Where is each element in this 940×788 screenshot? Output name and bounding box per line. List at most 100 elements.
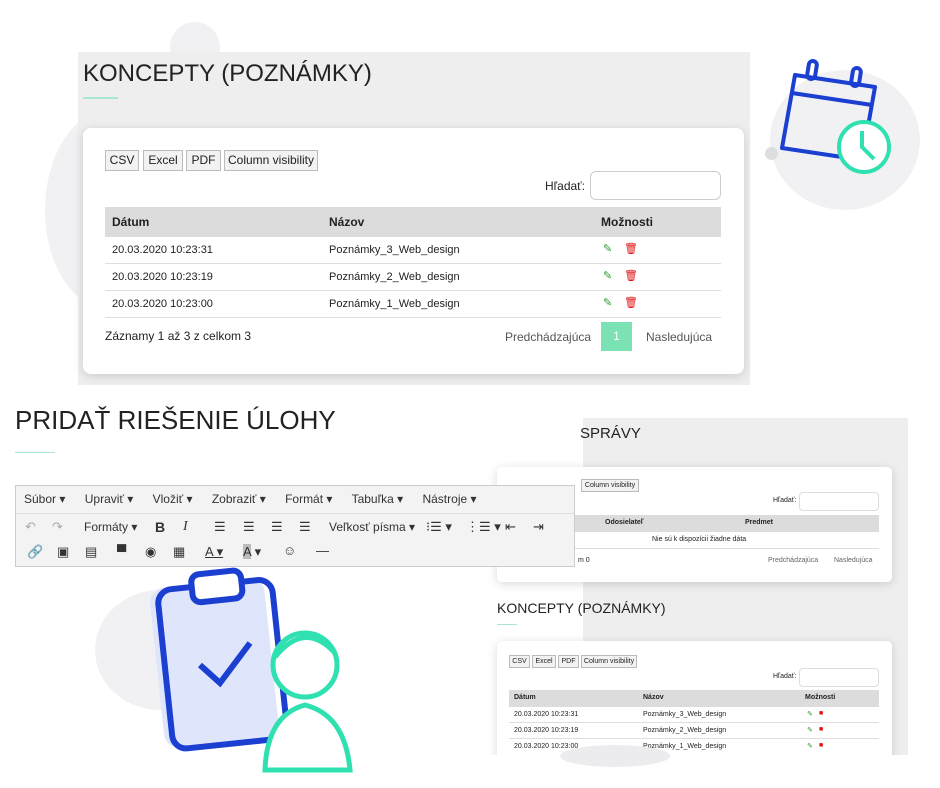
- image-icon[interactable]: ▣: [57, 544, 69, 560]
- bullet-list-icon[interactable]: ⁝☰ ▾: [426, 519, 452, 535]
- pdf-button[interactable]: PDF: [186, 150, 221, 171]
- cell-date: 20.03.2020 10:23:31: [514, 711, 579, 718]
- excel-button[interactable]: Excel: [143, 150, 183, 171]
- clipboard-person-illustration: [150, 567, 353, 773]
- menu-view[interactable]: Zobraziť ▾: [212, 492, 266, 506]
- trash-icon[interactable]: ■: [819, 742, 823, 749]
- redo-icon[interactable]: ↷: [52, 519, 63, 535]
- table-row: 20.03.2020 10:23:00 Poznámky_1_Web_desig…: [105, 290, 721, 318]
- menu-format[interactable]: Formát ▾: [285, 492, 332, 506]
- next-page-link[interactable]: Nasledujúca: [646, 330, 712, 344]
- col-date[interactable]: Dátum: [514, 694, 536, 701]
- emoticon-icon[interactable]: ☺: [283, 543, 296, 558]
- menu-insert[interactable]: Vložiť ▾: [153, 492, 193, 506]
- bold-icon[interactable]: B: [155, 519, 165, 535]
- csv-button[interactable]: CSV: [509, 655, 530, 668]
- file-browser-icon[interactable]: ▤: [85, 544, 97, 560]
- font-size-dropdown[interactable]: Veľkosť písma ▾: [329, 520, 415, 534]
- column-visibility-button[interactable]: Column visibility: [581, 655, 637, 668]
- link-icon[interactable]: 🔗: [27, 544, 43, 560]
- table-info: Záznamy 1 až 3 z celkom 3: [105, 329, 252, 343]
- calendar-clock-icon: [780, 59, 891, 174]
- search-input[interactable]: [799, 492, 879, 511]
- prev-page-link[interactable]: Predchádzajúca: [505, 330, 591, 344]
- menu-table[interactable]: Tabuľka ▾: [352, 492, 404, 506]
- text-color-icon[interactable]: A ▾: [205, 544, 223, 560]
- indent-icon[interactable]: ⇥: [533, 519, 544, 535]
- cell-name: Poznámky_1_Web_design: [329, 298, 460, 310]
- col-name[interactable]: Názov: [643, 694, 664, 701]
- pencil-icon[interactable]: ✎: [603, 296, 612, 309]
- pencil-icon[interactable]: ✎: [807, 726, 813, 734]
- pencil-icon[interactable]: ✎: [603, 269, 612, 282]
- page-1-button[interactable]: 1: [601, 322, 632, 351]
- search-input[interactable]: [590, 171, 721, 200]
- menu-file[interactable]: Súbor ▾: [24, 492, 65, 506]
- col-name[interactable]: Názov: [329, 215, 364, 229]
- empty-message: Nie sú k dispozícii žiadne dáta: [652, 536, 747, 543]
- search-label: Hľadať:: [773, 673, 797, 680]
- table-row: 20.03.2020 10:23:19 Poznámky_2_Web_desig…: [105, 263, 721, 290]
- cell-name: Poznámky_2_Web_design: [329, 271, 460, 283]
- prev-page-link[interactable]: Predchádzajúca: [768, 557, 818, 564]
- preview-icon[interactable]: ◉: [145, 544, 156, 560]
- cell-name: Poznámky_3_Web_design: [329, 244, 460, 256]
- search-input[interactable]: [799, 668, 879, 687]
- print-icon[interactable]: ▀: [117, 544, 126, 559]
- numbered-list-icon[interactable]: ⋮☰ ▾: [466, 519, 501, 535]
- undo-icon[interactable]: ↶: [25, 519, 36, 535]
- col-options: Možnosti: [601, 215, 653, 229]
- csv-button[interactable]: CSV: [105, 150, 139, 171]
- pencil-icon[interactable]: ✎: [603, 242, 612, 255]
- italic-icon[interactable]: I: [183, 519, 188, 535]
- horizontal-line-icon[interactable]: —: [316, 543, 329, 558]
- align-center-icon[interactable]: ☰: [243, 519, 255, 535]
- table-row: 20.03.2020 10:23:19 Poznámky_2_Web_desig…: [509, 723, 879, 739]
- cell-date: 20.03.2020 10:23:19: [514, 727, 579, 734]
- align-right-icon[interactable]: ☰: [271, 519, 283, 535]
- messages-title: SPRÁVY: [580, 425, 641, 442]
- small-concepts-card: CSV Excel PDF Column visibility Hľadať: …: [497, 641, 892, 771]
- pencil-icon[interactable]: ✎: [807, 710, 813, 718]
- table-row: 20.03.2020 10:23:31 Poznámky_3_Web_desig…: [105, 236, 721, 263]
- cell-date: 20.03.2020 10:23:19: [112, 271, 213, 283]
- col-date[interactable]: Dátum: [112, 215, 149, 229]
- trash-icon[interactable]: 🗑: [624, 242, 638, 255]
- concepts-table: Dátum Názov Možnosti 20.03.2020 10:23:31…: [105, 207, 721, 319]
- col-subject[interactable]: Predmet: [745, 519, 773, 526]
- bg-blob: [560, 745, 670, 767]
- background-color-icon[interactable]: A ▾: [243, 544, 261, 560]
- menu-tools[interactable]: Nástroje ▾: [422, 492, 476, 506]
- table-row: 20.03.2020 10:23:31 Poznámky_3_Web_desig…: [509, 707, 879, 723]
- search-label: Hľadať:: [545, 179, 586, 193]
- editor-menubar: Súbor ▾ Upraviť ▾ Vložiť ▾ Zobraziť ▾ Fo…: [24, 492, 493, 506]
- cell-date: 20.03.2020 10:23:00: [112, 298, 213, 310]
- excel-button[interactable]: Excel: [532, 655, 556, 668]
- outdent-icon[interactable]: ⇤: [505, 519, 516, 535]
- title-underline: [497, 624, 517, 625]
- justify-icon[interactable]: ☰: [299, 519, 311, 535]
- trash-icon[interactable]: 🗑: [624, 296, 638, 309]
- page-title: KONCEPTY (POZNÁMKY): [83, 60, 372, 87]
- rich-text-editor: Súbor ▾ Upraviť ▾ Vložiť ▾ Zobraziť ▾ Fo…: [15, 485, 575, 567]
- next-page-link[interactable]: Nasledujúca: [834, 557, 873, 564]
- trash-icon[interactable]: ■: [819, 710, 823, 717]
- column-visibility-button[interactable]: Column visibility: [224, 150, 318, 171]
- col-sender[interactable]: Odosielateľ: [605, 519, 644, 526]
- cell-date: 20.03.2020 10:23:31: [112, 244, 213, 256]
- formats-dropdown[interactable]: Formáty ▾: [84, 520, 137, 534]
- small-concepts-title: KONCEPTY (POZNÁMKY): [497, 600, 666, 616]
- cell-name: Poznámky_3_Web_design: [643, 711, 727, 718]
- pencil-icon[interactable]: ✎: [807, 742, 813, 750]
- pdf-button[interactable]: PDF: [558, 655, 579, 668]
- menu-edit[interactable]: Upraviť ▾: [85, 492, 134, 506]
- column-visibility-button[interactable]: Column visibility: [581, 479, 639, 492]
- align-left-icon[interactable]: ☰: [214, 519, 226, 535]
- bg-blob: [765, 147, 778, 160]
- media-icon[interactable]: ▦: [173, 544, 185, 560]
- trash-icon[interactable]: 🗑: [624, 269, 638, 282]
- editor-title: PRIDAŤ RIEŠENIE ÚLOHY: [15, 405, 336, 435]
- cell-name: Poznámky_2_Web_design: [643, 727, 727, 734]
- title-underline: [15, 452, 55, 453]
- trash-icon[interactable]: ■: [819, 726, 823, 733]
